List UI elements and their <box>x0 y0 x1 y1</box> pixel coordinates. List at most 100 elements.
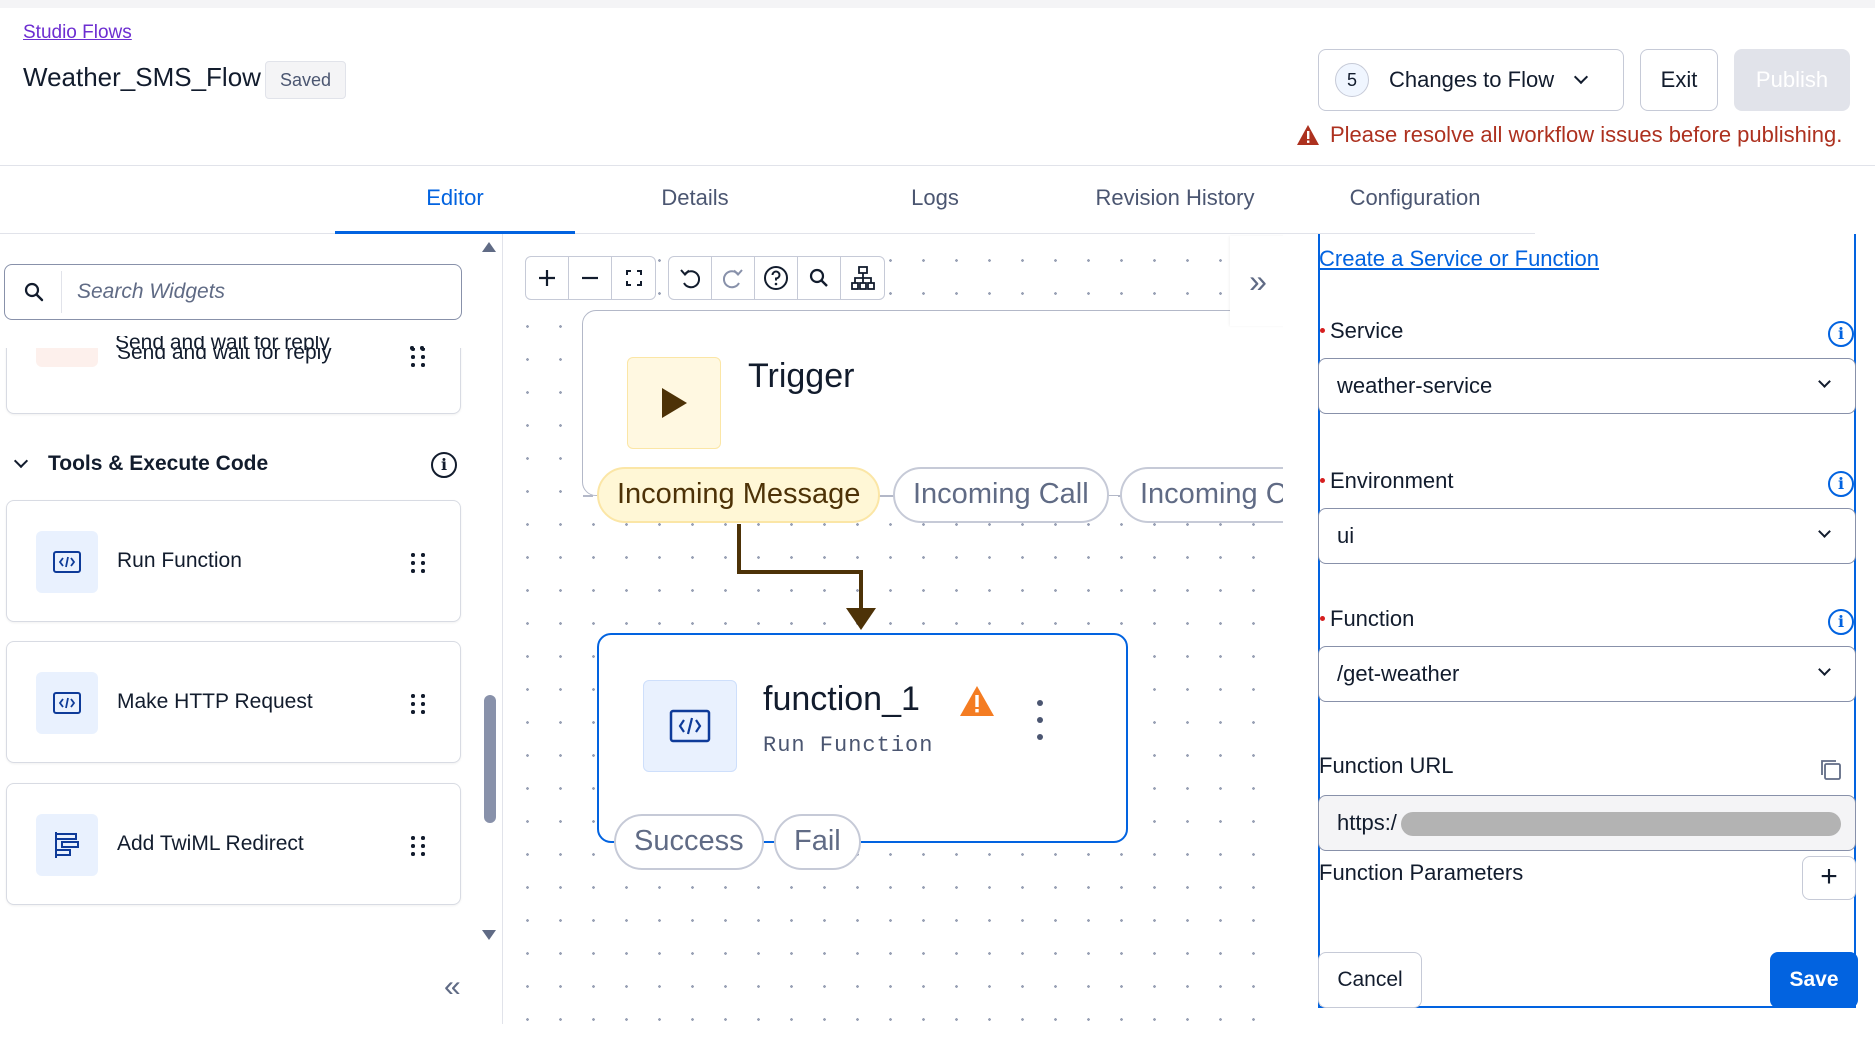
required-indicator <box>1320 478 1325 483</box>
info-icon[interactable]: i <box>1828 609 1854 635</box>
tab-editor[interactable]: Editor <box>335 185 575 211</box>
sidebar-scrollbar[interactable] <box>484 695 496 823</box>
tab-configuration[interactable]: Configuration <box>1295 185 1535 211</box>
info-icon[interactable]: i <box>1828 471 1854 497</box>
drag-handle-icon[interactable] <box>411 694 425 714</box>
changes-to-flow-button[interactable]: 5 Changes to Flow <box>1318 49 1624 111</box>
chevron-down-icon <box>1818 663 1831 676</box>
info-icon[interactable]: i <box>1828 321 1854 347</box>
undo-icon <box>680 269 701 289</box>
function-node-subtitle: Run Function <box>763 733 934 758</box>
partial-widget-label: Send and wait for reply <box>115 336 330 350</box>
redirect-icon <box>36 814 98 876</box>
required-indicator <box>1320 616 1325 621</box>
top-strip <box>0 0 1875 8</box>
redacted-url <box>1401 812 1841 836</box>
header-divider <box>0 165 1875 166</box>
function-url-field[interactable]: https:/ <box>1318 795 1856 851</box>
warning-text: Please resolve all workflow issues befor… <box>1330 122 1843 147</box>
transition-incoming-conversation[interactable]: Incoming C <box>1120 467 1295 523</box>
widget-make-http-request[interactable]: Make HTTP Request <box>6 641 461 763</box>
minus-icon <box>582 276 598 280</box>
widget-search <box>4 264 462 320</box>
help-button[interactable] <box>755 257 798 299</box>
saved-badge: Saved <box>265 61 347 99</box>
function-url-value: https:/ <box>1337 810 1397 835</box>
redo-button[interactable] <box>712 257 755 299</box>
create-service-link[interactable]: Create a Service or Function <box>1319 246 1599 272</box>
function-select[interactable]: /get-weather <box>1318 646 1856 702</box>
code-icon <box>36 531 98 593</box>
widget-label: Make HTTP Request <box>117 690 313 713</box>
scroll-down-arrow[interactable] <box>482 930 496 940</box>
collapse-sidebar-icon[interactable]: « <box>444 970 461 1004</box>
zoom-in-button[interactable] <box>526 257 569 299</box>
play-icon <box>627 357 721 449</box>
zoom-out-button[interactable] <box>569 257 612 299</box>
publish-button[interactable]: Publish <box>1734 49 1850 111</box>
redo-icon <box>722 269 743 289</box>
widget-run-function[interactable]: Run Function <box>6 500 461 622</box>
function-url-label: Function URL <box>1319 753 1454 778</box>
publish-warning: Please resolve all workflow issues befor… <box>1296 122 1842 148</box>
scroll-up-arrow[interactable] <box>482 242 496 252</box>
info-icon[interactable]: i <box>431 452 457 478</box>
drag-handle-partial-icon[interactable] <box>410 346 424 358</box>
zoom-toolbar <box>525 256 656 300</box>
save-button[interactable]: Save <box>1770 952 1858 1008</box>
required-indicator <box>1320 328 1325 333</box>
tab-revision-history[interactable]: Revision History <box>1055 185 1295 211</box>
transition-fail[interactable]: Fail <box>774 814 861 870</box>
transition-incoming-message[interactable]: Incoming Message <box>597 467 881 523</box>
transition-incoming-call[interactable]: Incoming Call <box>893 467 1109 523</box>
changes-count-badge: 5 <box>1335 63 1369 97</box>
widget-label: Add TwiML Redirect <box>117 832 304 855</box>
cancel-button[interactable]: Cancel <box>1318 952 1422 1008</box>
function-node-title: function_1 <box>763 680 920 718</box>
question-icon <box>764 266 788 290</box>
code-icon <box>643 680 737 772</box>
auto-layout-button[interactable] <box>841 257 884 299</box>
service-select[interactable]: weather-service <box>1318 358 1856 414</box>
drag-handle-icon[interactable] <box>411 836 425 856</box>
undo-button[interactable] <box>669 257 712 299</box>
changes-label: Changes to Flow <box>1389 67 1555 92</box>
fullscreen-icon <box>625 270 642 286</box>
search-widgets-input[interactable] <box>61 265 456 319</box>
trigger-title: Trigger <box>748 357 855 395</box>
widget-add-twiml-redirect[interactable]: Add TwiML Redirect <box>6 783 461 905</box>
widget-label: Run Function <box>117 549 242 572</box>
warning-icon <box>1297 125 1319 145</box>
tab-details[interactable]: Details <box>575 185 815 211</box>
function-value: /get-weather <box>1337 661 1460 686</box>
service-label: Service <box>1330 318 1404 343</box>
section-title: Tools & Execute Code <box>48 452 269 475</box>
chevron-down-icon <box>1818 375 1831 388</box>
warning-icon <box>960 686 994 716</box>
environment-select[interactable]: ui <box>1318 508 1856 564</box>
flow-title: Weather_SMS_Flow <box>23 62 261 92</box>
copy-icon[interactable] <box>1818 757 1844 783</box>
plus-icon <box>539 270 555 286</box>
transition-success[interactable]: Success <box>614 814 764 870</box>
code-icon <box>36 672 98 734</box>
function-parameters-label: Function Parameters <box>1319 860 1524 885</box>
chevron-down-icon <box>1574 69 1589 85</box>
chevron-down-icon <box>1818 525 1831 538</box>
section-tools-execute-code[interactable]: Tools & Execute Code <box>12 452 268 476</box>
expand-panel-icon[interactable]: » <box>1230 236 1286 326</box>
chevron-down-icon <box>13 453 29 469</box>
service-value: weather-service <box>1337 373 1493 398</box>
breadcrumb-studio-flows[interactable]: Studio Flows <box>23 22 132 44</box>
tab-logs[interactable]: Logs <box>815 185 1055 211</box>
search-canvas-button[interactable] <box>798 257 841 299</box>
exit-button[interactable]: Exit <box>1640 49 1718 111</box>
add-parameter-button[interactable]: + <box>1802 856 1856 900</box>
fit-to-screen-button[interactable] <box>612 257 655 299</box>
environment-label: Environment <box>1330 468 1454 493</box>
more-options-icon[interactable] <box>1036 700 1044 740</box>
function-label: Function <box>1330 606 1415 631</box>
hierarchy-icon <box>850 266 875 290</box>
search-icon <box>809 268 828 287</box>
drag-handle-icon[interactable] <box>411 553 425 573</box>
